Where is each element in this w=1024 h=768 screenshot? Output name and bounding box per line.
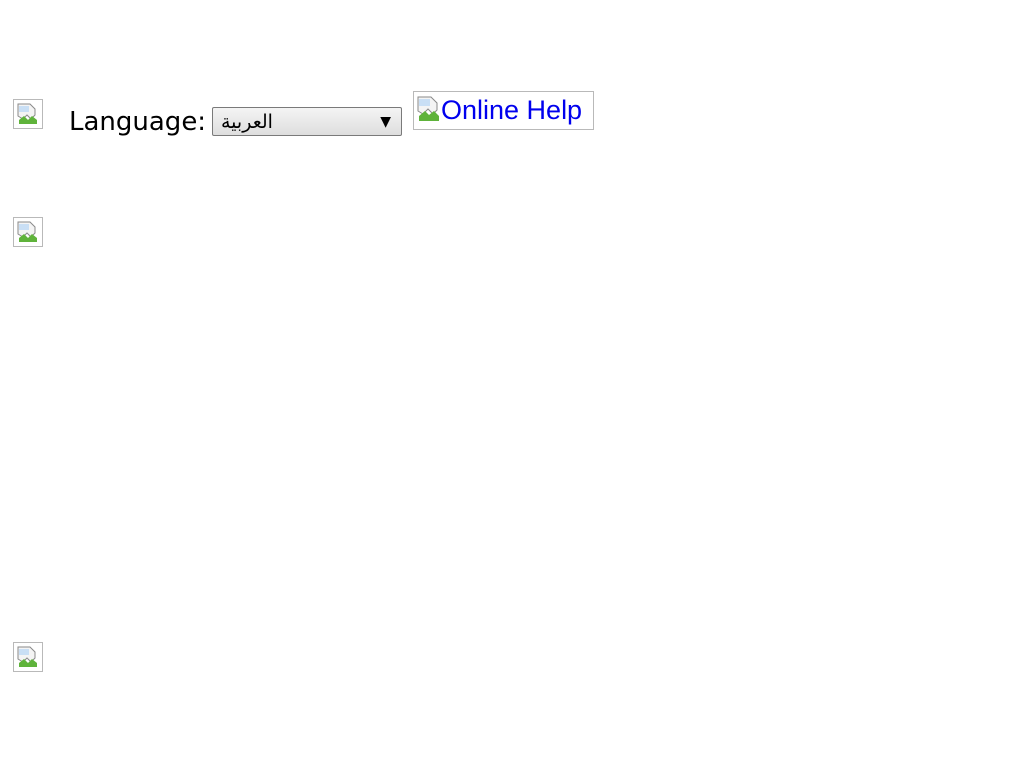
language-selected-value: العربية: [221, 111, 273, 133]
online-help-alt-text: Online Help: [441, 95, 583, 125]
language-select[interactable]: العربية ▼: [212, 107, 402, 136]
dropdown-arrow-icon: ▼: [380, 114, 391, 130]
broken-image-icon: [13, 99, 43, 129]
broken-image-icon: [13, 642, 43, 672]
online-help-link[interactable]: Online Help: [413, 91, 594, 130]
broken-image-icon: [13, 217, 43, 247]
language-label: Language:: [69, 107, 207, 137]
broken-image-icon: [417, 96, 441, 122]
